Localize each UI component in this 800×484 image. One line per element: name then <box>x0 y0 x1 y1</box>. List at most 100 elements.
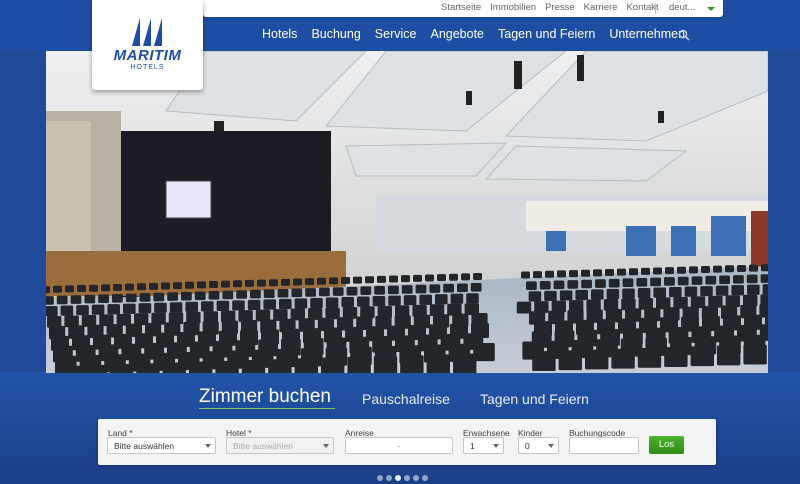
chair <box>705 275 717 285</box>
chair <box>746 274 758 284</box>
nav-buchung[interactable]: Buchung <box>311 27 360 41</box>
chair <box>684 286 698 297</box>
chair <box>403 295 417 306</box>
chair <box>426 354 450 373</box>
link-karriere[interactable]: Karriere <box>584 2 618 13</box>
chevron-down-icon[interactable] <box>205 444 211 448</box>
nav-tagen-und-feiern[interactable]: Tagen und Feiern <box>498 27 595 41</box>
chevron-down-icon[interactable] <box>323 444 329 448</box>
chair <box>677 266 686 274</box>
chair <box>373 356 398 373</box>
chair <box>125 283 134 291</box>
land-select[interactable]: Bitte auswählen <box>107 437 216 454</box>
chair <box>585 349 609 370</box>
submit-button[interactable]: Los <box>649 436 684 454</box>
chair <box>521 271 530 279</box>
sails-icon <box>132 18 162 46</box>
chair <box>545 270 554 278</box>
nav-unternehmen[interactable]: Unternehmen <box>609 27 685 41</box>
chair <box>222 290 234 300</box>
tab-zimmer-buchen[interactable]: Zimmer buchen <box>199 386 331 408</box>
maritim-logo[interactable]: MARITIM HOTELS <box>92 0 203 90</box>
chair <box>533 271 542 279</box>
chair <box>167 292 178 301</box>
chair <box>453 353 477 373</box>
slider-dot[interactable] <box>395 475 401 481</box>
anreise-date-field[interactable]: - <box>345 437 453 454</box>
slider-dot[interactable] <box>422 475 428 481</box>
chair <box>263 299 276 310</box>
chair <box>401 285 413 294</box>
chair <box>360 306 375 319</box>
utility-divider <box>655 3 656 14</box>
slider-pagination <box>377 475 428 481</box>
chair <box>539 280 551 290</box>
chair <box>101 284 110 292</box>
chair <box>245 279 254 287</box>
chair <box>470 283 482 292</box>
chair <box>415 284 427 294</box>
nav-hotels[interactable]: Hotels <box>262 27 297 41</box>
language-select[interactable]: deut... <box>669 2 695 13</box>
chair <box>46 306 58 317</box>
chair <box>233 280 242 288</box>
slider-dot[interactable] <box>386 475 392 481</box>
chair <box>526 281 537 290</box>
chevron-down-icon[interactable] <box>493 444 499 448</box>
chair <box>461 273 470 281</box>
slider-dot[interactable] <box>413 475 419 481</box>
chair <box>173 282 182 290</box>
chair <box>325 297 339 308</box>
chair <box>725 265 734 273</box>
logo-wordmark: MARITIM <box>113 47 182 64</box>
chair <box>466 293 479 304</box>
chair <box>137 283 146 291</box>
chair <box>83 364 107 373</box>
link-startseite[interactable]: Startseite <box>441 2 481 13</box>
chair <box>57 365 81 373</box>
chevron-down-icon[interactable] <box>707 7 715 11</box>
chair <box>650 277 661 287</box>
chair <box>162 362 186 373</box>
chair <box>60 305 74 316</box>
chair <box>534 301 549 313</box>
chair <box>413 274 422 282</box>
chair <box>377 275 386 283</box>
chair <box>400 355 424 373</box>
tab-tagen-und-feiern[interactable]: Tagen und Feiern <box>480 391 589 407</box>
chair <box>717 345 741 366</box>
chair <box>516 301 532 314</box>
chair <box>215 360 239 373</box>
chair <box>605 268 614 276</box>
link-presse[interactable]: Presse <box>545 2 575 13</box>
chair <box>169 302 183 313</box>
chair <box>388 295 401 306</box>
nav-service[interactable]: Service <box>375 27 417 41</box>
chair <box>559 290 573 301</box>
chair <box>761 264 768 272</box>
chair <box>342 306 358 319</box>
chevron-down-icon[interactable] <box>548 444 554 448</box>
chair <box>567 280 579 289</box>
buchungscode-input[interactable] <box>569 437 639 454</box>
link-immobilien[interactable]: Immobilien <box>490 2 536 13</box>
chair <box>581 279 592 289</box>
chair <box>449 273 458 281</box>
chair <box>450 293 464 304</box>
chair <box>360 286 372 296</box>
chair <box>305 288 316 297</box>
tab-pauschalreise[interactable]: Pauschalreise <box>362 391 450 407</box>
chair <box>305 278 314 286</box>
chair <box>46 296 54 305</box>
hotel-select[interactable]: Bitte auswählen <box>226 437 334 454</box>
slider-dot[interactable] <box>377 475 383 481</box>
chair <box>139 293 151 302</box>
slider-dot[interactable] <box>404 475 410 481</box>
chair <box>637 347 662 368</box>
link-kontakt[interactable]: Kontakt <box>626 2 658 13</box>
chair <box>425 274 434 282</box>
search-icon[interactable] <box>678 28 690 46</box>
nav-angebote[interactable]: Angebote <box>430 27 484 41</box>
chair <box>321 357 345 373</box>
chair <box>743 294 758 307</box>
